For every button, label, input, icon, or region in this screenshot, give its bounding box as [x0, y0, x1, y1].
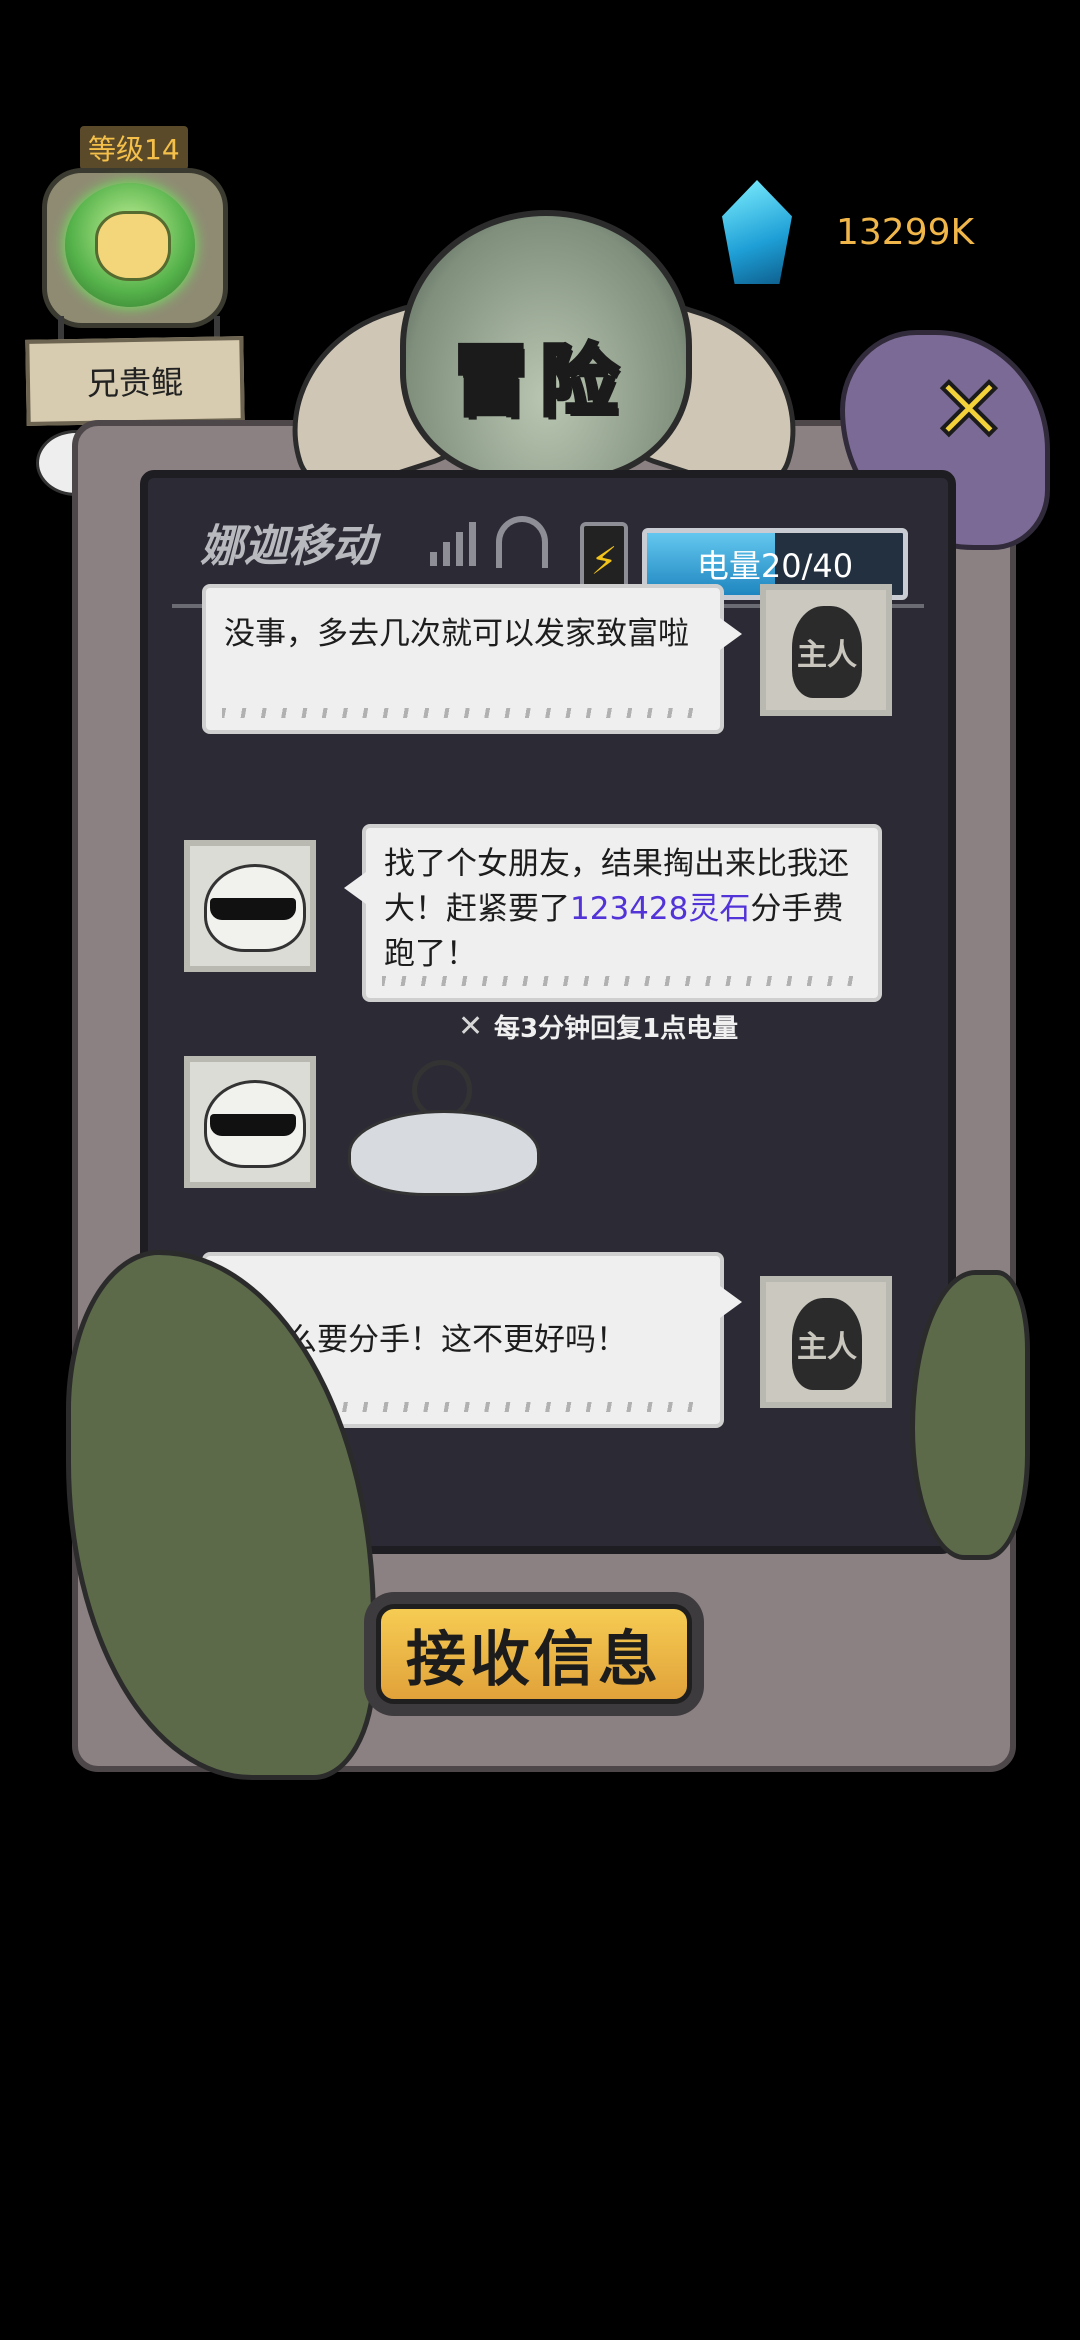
- fish-body-icon: [348, 1110, 540, 1196]
- close-button[interactable]: ✕: [924, 364, 1014, 458]
- sunglasses-icon: [210, 1114, 296, 1136]
- owner-silhouette-icon: 主人: [792, 606, 862, 698]
- currency-value: 13299K: [836, 211, 975, 253]
- level-badge: 等级14: [80, 126, 188, 170]
- recharge-text: 每3分钟回复1点电量: [494, 1014, 739, 1044]
- player-name: 兄贵鲲: [25, 336, 245, 426]
- signal-icon: [430, 520, 486, 566]
- status-bar: 娜迦移动 ⚡ 电量20/40: [148, 478, 948, 600]
- dizzy-fish-sticker: [338, 1060, 540, 1200]
- player-avatar-orb: [65, 183, 195, 307]
- owner-avatar[interactable]: 主人: [760, 584, 892, 716]
- receive-message-label: 接收信息: [376, 1604, 692, 1704]
- page-title: 冒险: [450, 335, 628, 429]
- owner-silhouette-icon: 主人: [792, 1298, 862, 1390]
- currency-display: 13299K: [722, 180, 974, 284]
- wifi-icon: [496, 516, 548, 568]
- receive-message-button[interactable]: 接收信息: [364, 1592, 704, 1716]
- recharge-note: ✕ 每3分钟回复1点电量: [458, 1008, 738, 1045]
- player-creature-icon: [95, 211, 171, 281]
- spirit-stone-gem-icon: [722, 180, 792, 284]
- friend-avatar[interactable]: [184, 1056, 316, 1188]
- message-text: 没事，多去几次就可以发家致富啦: [224, 616, 689, 652]
- friend-avatar[interactable]: [184, 840, 316, 972]
- recharge-clock-icon: ✕: [458, 1008, 484, 1044]
- spirit-stone-amount: 123428灵石: [570, 891, 751, 927]
- sunglasses-icon: [210, 898, 296, 920]
- player-avatar-button[interactable]: [42, 168, 228, 328]
- game-screen: 等级14 兄贵鲲 ! 13299K 冒险 ✕ 娜迦移动 ⚡ 电量20/40: [0, 0, 1080, 2340]
- chat-bubble-owner: 没事，多去几次就可以发家致富啦: [202, 584, 742, 734]
- carrier-name: 娜迦移动: [200, 521, 376, 572]
- chat-bubble-friend: 找了个女朋友，结果掏出来比我还大！赶紧要了123428灵石分手费跑了！: [344, 824, 882, 1002]
- owner-avatar[interactable]: 主人: [760, 1276, 892, 1408]
